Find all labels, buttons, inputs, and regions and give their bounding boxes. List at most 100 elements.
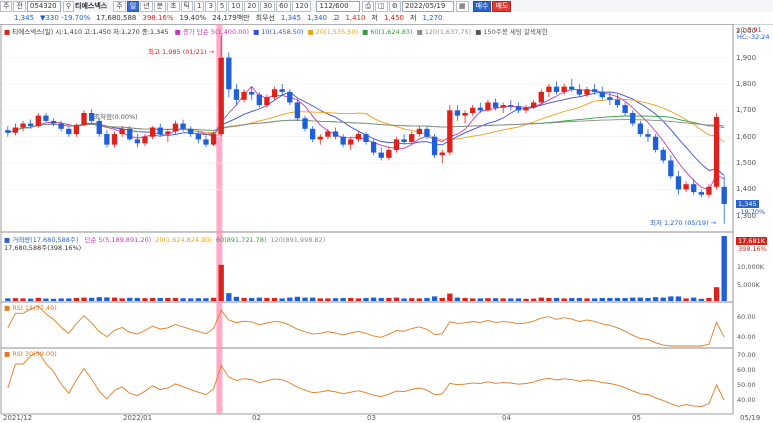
candle-body <box>127 128 133 140</box>
volume-bar <box>35 297 41 301</box>
candle-body <box>58 123 64 129</box>
candle-body <box>28 123 34 127</box>
volume-bar <box>50 298 57 301</box>
volume-bar <box>431 296 438 301</box>
volume-bar <box>462 298 468 301</box>
low-annotation: 최저 1,270 (05/19) → <box>650 219 717 227</box>
volume-bar <box>683 298 689 301</box>
candle-body <box>188 128 194 135</box>
candle-body <box>96 120 102 135</box>
volume-bar <box>195 298 202 301</box>
interval-120[interactable]: 120 <box>292 0 312 12</box>
tab-5[interactable]: 틱 <box>180 0 193 12</box>
candle-body <box>454 110 461 116</box>
count-input[interactable]: 112/600 <box>316 0 361 12</box>
interval-3[interactable]: 3 <box>205 0 216 12</box>
stock-name[interactable]: 티에스넥스 <box>75 1 107 11</box>
tab-2[interactable]: 년 <box>140 0 153 12</box>
candle-body <box>546 86 552 92</box>
candle-body <box>508 105 514 107</box>
sell-button[interactable]: 매도 <box>492 0 512 12</box>
save-icon[interactable]: ◫ <box>375 0 388 12</box>
tab-1[interactable]: 일 <box>126 0 140 12</box>
volume-bar <box>119 298 125 301</box>
turnover: 19.40% <box>179 14 207 22</box>
candle-body <box>195 134 202 140</box>
stock-code-input[interactable]: 054320 <box>26 0 61 12</box>
volume-bar <box>157 298 163 301</box>
candle-body <box>645 134 651 137</box>
candle-body <box>249 91 255 95</box>
volume-bar <box>454 297 461 301</box>
candle-body <box>5 130 11 133</box>
vol-ma-legend-item: 20(1,624,824.90) <box>155 236 212 244</box>
candle-body <box>66 128 72 135</box>
candle-body <box>264 97 270 106</box>
buy-button[interactable]: 매수 <box>472 0 492 12</box>
period-button[interactable]: 전 <box>13 0 26 12</box>
volume-bar <box>614 298 621 301</box>
mid-annotation: 최저점(0.00%) <box>94 113 138 121</box>
volume-bar <box>127 297 133 301</box>
candle-body <box>416 128 423 135</box>
price-legend: ■ 티에스넥스(일) 시:1,410 고:1,450 저:1,270 종:1,3… <box>4 26 548 36</box>
candle-body <box>172 123 179 132</box>
candle-body <box>706 186 712 195</box>
candle-body <box>500 105 506 108</box>
ma-legend-item: ■ 20(1,535.50) <box>307 28 359 36</box>
volume-bar <box>294 296 301 301</box>
candle-body <box>431 136 438 156</box>
candle-body <box>157 127 163 135</box>
volume-bar <box>58 298 64 301</box>
volume-bar <box>485 298 491 301</box>
volume-bar <box>256 297 262 301</box>
interval-30[interactable]: 30 <box>260 0 276 12</box>
candle-body <box>165 131 171 135</box>
candle-body <box>363 134 369 142</box>
date-input[interactable]: 2022/05/19 <box>401 0 454 12</box>
candle-body <box>233 89 240 100</box>
high-price: 1,410 <box>345 14 366 22</box>
candle-body <box>691 184 697 193</box>
candle-body <box>515 106 522 111</box>
candle-body <box>698 192 704 195</box>
volume: 17,680,588 <box>96 14 137 22</box>
calendar-icon[interactable]: ▦ <box>455 0 469 12</box>
tab-0[interactable]: 주 <box>113 0 126 12</box>
best-price: 1,345 <box>280 14 301 22</box>
volume-bar <box>271 298 278 301</box>
volume-bar <box>149 298 156 301</box>
print-icon[interactable]: ⎙ <box>362 0 375 12</box>
volume-bar <box>538 297 544 301</box>
interval-20[interactable]: 20 <box>244 0 260 12</box>
tab-4[interactable]: 초 <box>167 0 180 12</box>
volume-bar <box>249 298 255 301</box>
volume-bar <box>439 298 445 301</box>
search-icon[interactable]: ⚲ <box>62 0 75 12</box>
candle-body <box>180 123 186 129</box>
interval-1[interactable]: 1 <box>193 0 205 12</box>
gear-icon[interactable]: ⚙ <box>388 0 401 12</box>
close-price: 1,270 <box>422 14 443 22</box>
candle-body <box>348 139 354 145</box>
menu-button[interactable]: 주 <box>0 0 13 12</box>
candle-body <box>378 152 384 158</box>
tab-3[interactable]: 분 <box>153 0 167 12</box>
volume-bar <box>165 298 171 301</box>
volume-bar <box>264 298 270 301</box>
volume-bar <box>691 297 697 301</box>
interval-5[interactable]: 5 <box>216 0 228 12</box>
volume-bar <box>210 297 217 301</box>
rsi14-legend: ■ RSI 14(37.49) <box>4 304 57 312</box>
interval-10[interactable]: 10 <box>228 0 244 12</box>
candle-body <box>325 131 331 137</box>
candle-body <box>569 86 575 90</box>
interval-60[interactable]: 60 <box>276 0 292 12</box>
volume-badge-pct: 398.16% <box>738 245 767 253</box>
volume-bar <box>302 297 308 301</box>
x-tick: 04 <box>502 414 511 422</box>
volume-bar <box>370 297 377 301</box>
candle-body <box>447 110 453 153</box>
volume-bar <box>675 296 682 301</box>
price-tick: 1,900 <box>736 53 757 62</box>
